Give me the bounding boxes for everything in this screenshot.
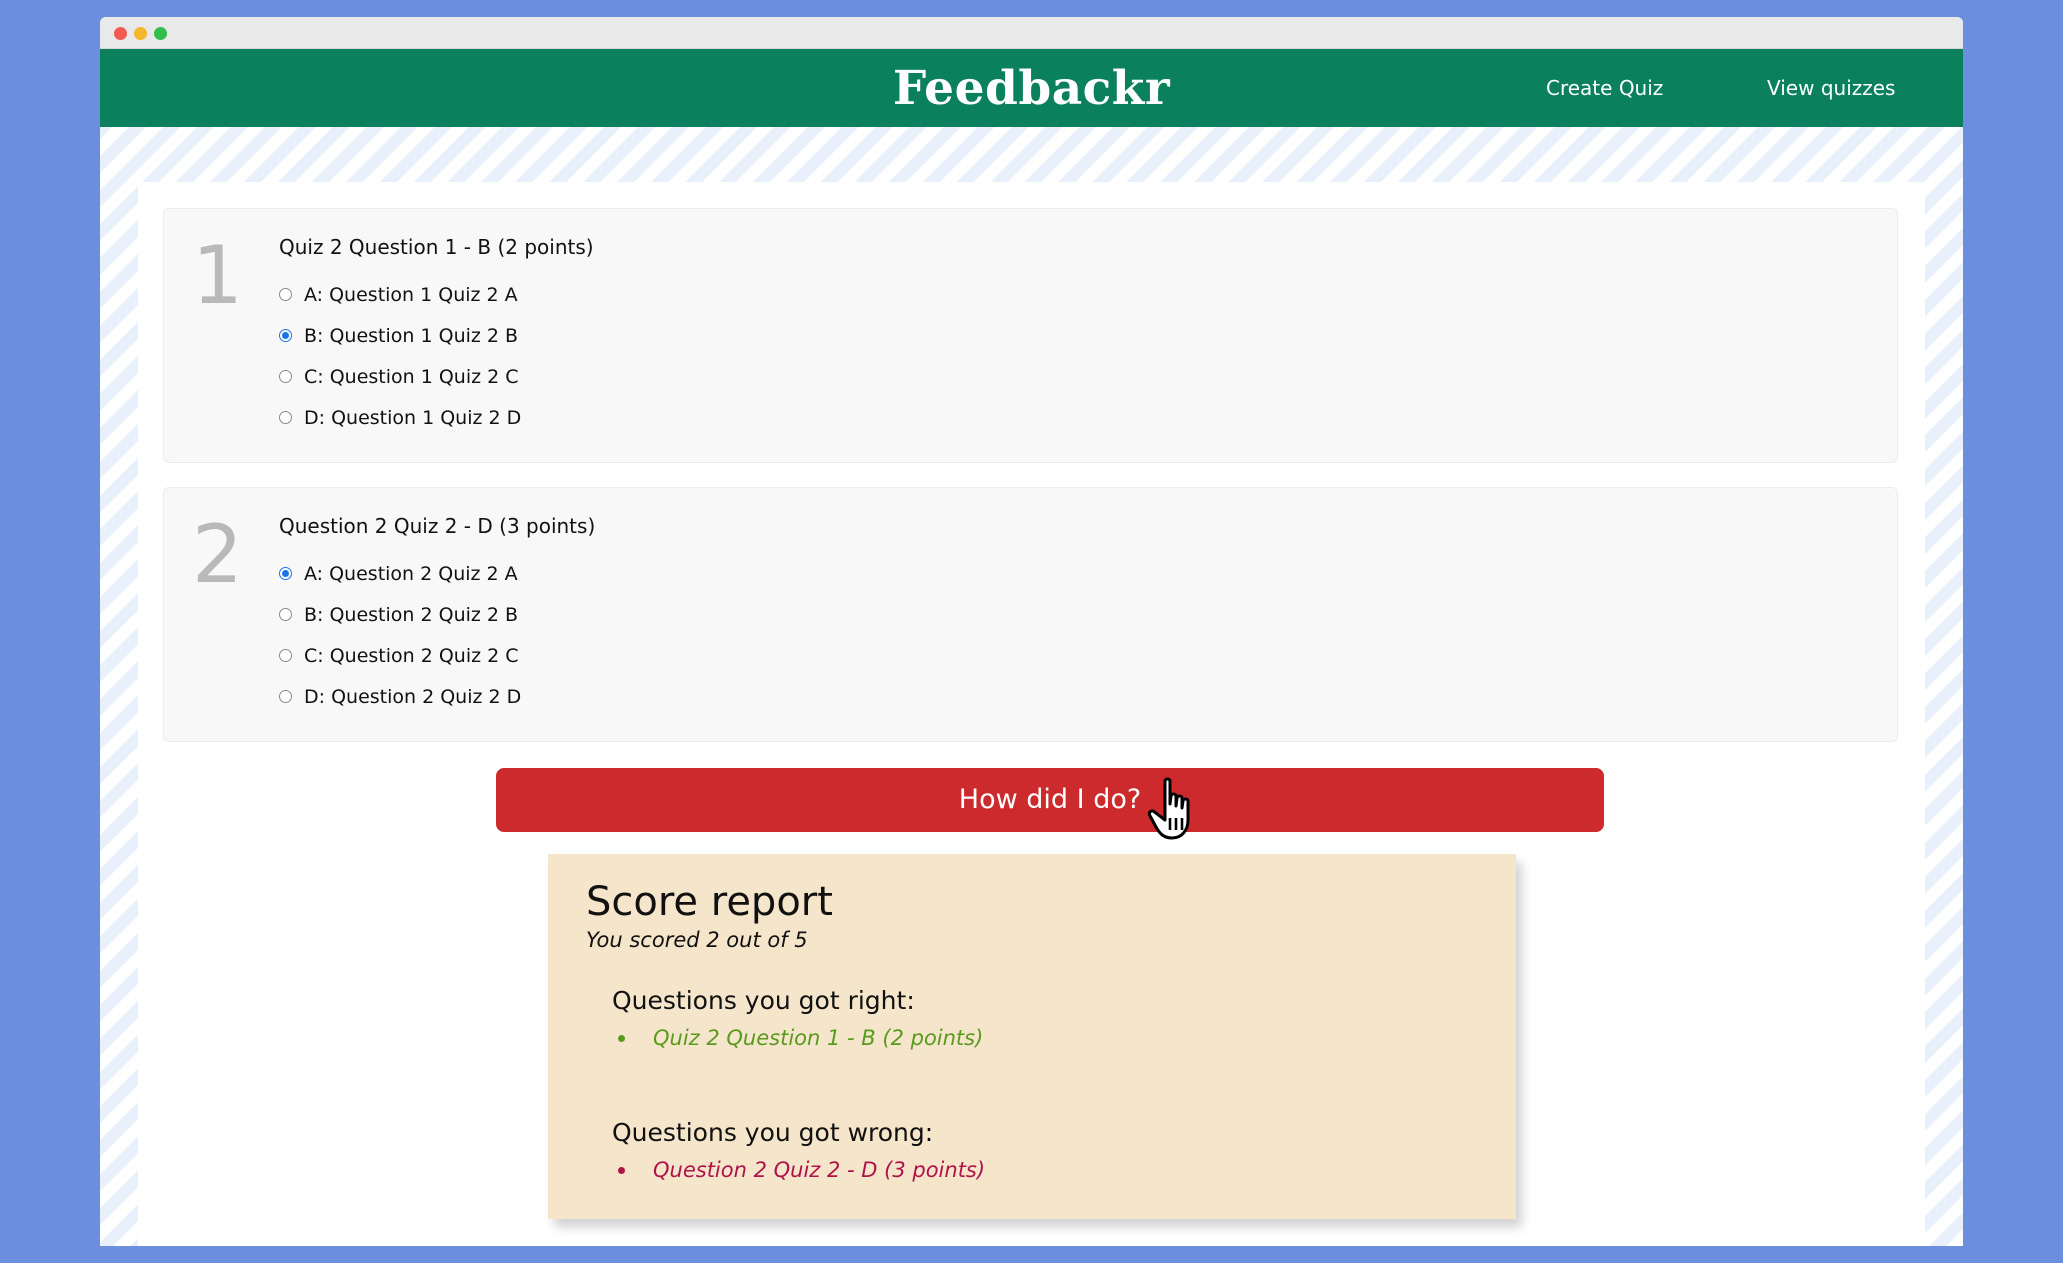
- minimize-window-button[interactable]: [134, 27, 147, 40]
- wrong-answers-section: Questions you got wrong: Question 2 Quiz…: [612, 1118, 1478, 1184]
- brand-logo[interactable]: Feedbackr: [100, 49, 1963, 129]
- answer-label: D: Question 1 Quiz 2 D: [304, 406, 522, 429]
- how-did-i-do-button[interactable]: How did I do?: [496, 768, 1604, 832]
- score-report: Score report You scored 2 out of 5 Quest…: [548, 854, 1516, 1219]
- answer-option[interactable]: D: Question 1 Quiz 2 D: [279, 397, 594, 438]
- score-summary: You scored 2 out of 5: [586, 928, 808, 952]
- radio-button[interactable]: [279, 370, 292, 383]
- answer-option[interactable]: B: Question 2 Quiz 2 B: [279, 594, 595, 635]
- close-window-button[interactable]: [114, 27, 127, 40]
- answer-option[interactable]: B: Question 1 Quiz 2 B: [279, 315, 594, 356]
- radio-button[interactable]: [279, 567, 292, 580]
- wrong-answers-heading: Questions you got wrong:: [612, 1118, 934, 1147]
- radio-button[interactable]: [279, 329, 292, 342]
- score-report-title: Score report: [586, 879, 833, 925]
- quiz-panel: 1 Quiz 2 Question 1 - B (2 points) A: Qu…: [138, 182, 1925, 1246]
- answer-option[interactable]: C: Question 2 Quiz 2 C: [279, 635, 595, 676]
- question-title: Quiz 2 Question 1 - B (2 points): [279, 235, 594, 259]
- bullet-icon: [618, 1034, 625, 1042]
- question-number: 1: [192, 229, 243, 322]
- question-card: 2 Question 2 Quiz 2 - D (3 points) A: Qu…: [163, 487, 1898, 742]
- window-titlebar: [100, 17, 1963, 49]
- right-answers-section: Questions you got right: Quiz 2 Question…: [612, 986, 1478, 1052]
- navbar: Feedbackr Create Quiz View quizzes: [100, 49, 1963, 127]
- answer-label: C: Question 2 Quiz 2 C: [304, 644, 519, 667]
- answer-label: B: Question 2 Quiz 2 B: [304, 603, 519, 626]
- answer-label: D: Question 2 Quiz 2 D: [304, 685, 522, 708]
- answer-option[interactable]: A: Question 2 Quiz 2 A: [279, 553, 595, 594]
- wrong-answer-item: Question 2 Quiz 2 - D (3 points): [612, 1156, 1478, 1184]
- answer-option[interactable]: A: Question 1 Quiz 2 A: [279, 274, 594, 315]
- radio-button[interactable]: [279, 288, 292, 301]
- answer-option[interactable]: D: Question 2 Quiz 2 D: [279, 676, 595, 717]
- right-answer-item: Quiz 2 Question 1 - B (2 points): [612, 1024, 1478, 1052]
- nav-create-quiz[interactable]: Create Quiz: [1546, 49, 1663, 127]
- answer-label: A: Question 1 Quiz 2 A: [304, 283, 518, 306]
- radio-button[interactable]: [279, 411, 292, 424]
- wrong-answer-text: Question 2 Quiz 2 - D (3 points): [653, 1158, 986, 1182]
- radio-button[interactable]: [279, 690, 292, 703]
- question-title: Question 2 Quiz 2 - D (3 points): [279, 514, 596, 538]
- answer-label: C: Question 1 Quiz 2 C: [304, 365, 519, 388]
- answer-label: A: Question 2 Quiz 2 A: [304, 562, 518, 585]
- question-number: 2: [192, 508, 243, 601]
- right-answer-text: Quiz 2 Question 1 - B (2 points): [653, 1026, 984, 1050]
- radio-button[interactable]: [279, 608, 292, 621]
- maximize-window-button[interactable]: [154, 27, 167, 40]
- page-content: 1 Quiz 2 Question 1 - B (2 points) A: Qu…: [100, 127, 1963, 1246]
- radio-button[interactable]: [279, 649, 292, 662]
- answer-option[interactable]: C: Question 1 Quiz 2 C: [279, 356, 594, 397]
- bullet-icon: [618, 1166, 625, 1174]
- question-card: 1 Quiz 2 Question 1 - B (2 points) A: Qu…: [163, 208, 1898, 463]
- right-answers-heading: Questions you got right:: [612, 986, 915, 1015]
- answer-label: B: Question 1 Quiz 2 B: [304, 324, 519, 347]
- browser-window: Feedbackr Create Quiz View quizzes 1 Qui…: [100, 17, 1963, 1246]
- nav-view-quizzes[interactable]: View quizzes: [1767, 49, 1895, 127]
